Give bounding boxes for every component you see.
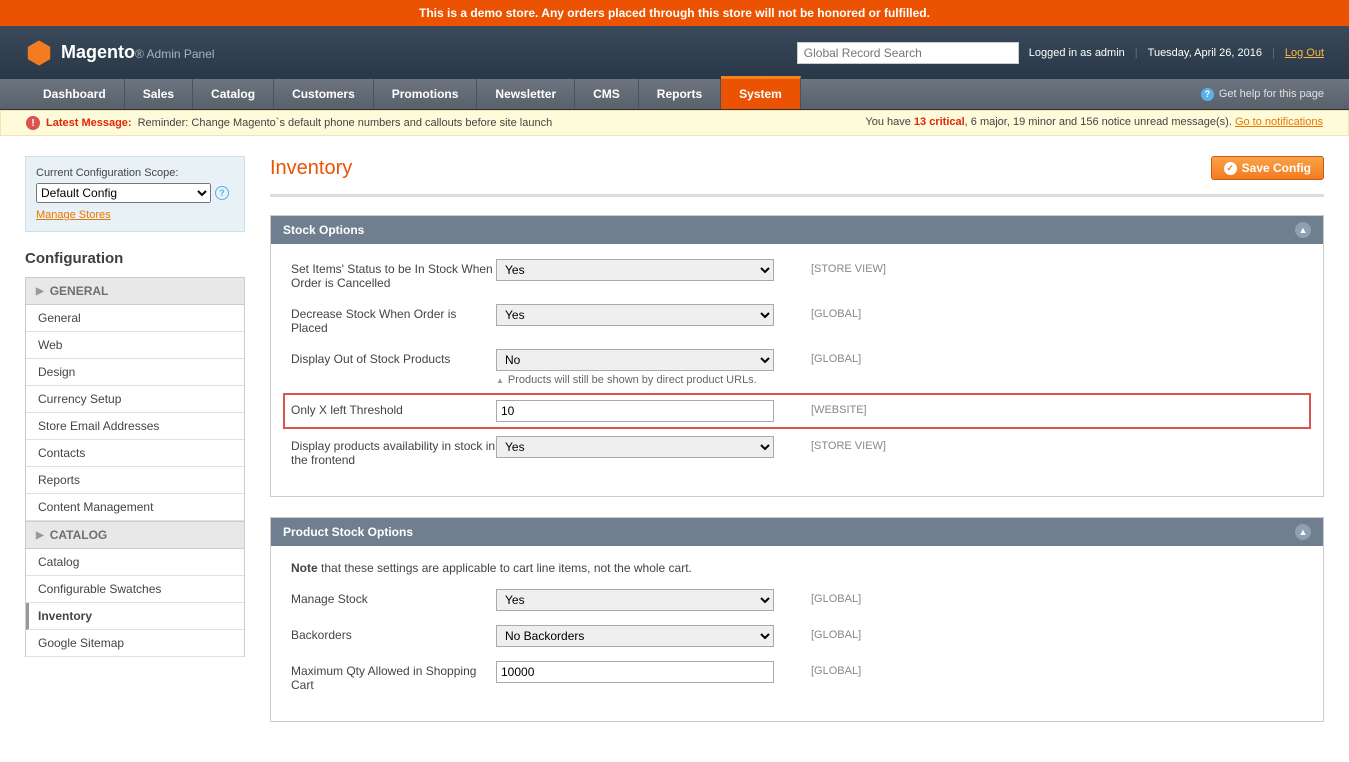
header-right: Logged in as admin | Tuesday, April 26, … (797, 42, 1324, 64)
notifications-link[interactable]: Go to notifications (1235, 116, 1323, 128)
field-row: Manage StockYes [GLOBAL] (291, 589, 1303, 611)
sidebar-item-reports[interactable]: Reports (26, 467, 244, 494)
global-search-input[interactable] (797, 42, 1019, 64)
field-scope: [STORE VIEW] (811, 436, 886, 452)
demo-banner: This is a demo store. Any orders placed … (0, 0, 1349, 26)
nav-item-cms[interactable]: CMS (575, 79, 639, 109)
content: Inventory ✓ Save Config Stock Options▲ Se… (270, 156, 1324, 742)
field-label: Display products availability in stock i… (291, 436, 496, 467)
field-input[interactable]: Yes (496, 436, 774, 458)
page-title: Inventory (270, 157, 352, 180)
header: Magento® Admin Panel Logged in as admin … (0, 26, 1349, 79)
field-row: Display Out of Stock ProductsNo Products … (291, 349, 1303, 386)
manage-stores-link[interactable]: Manage Stores (36, 209, 111, 221)
sidebar-item-contacts[interactable]: Contacts (26, 440, 244, 467)
message-bar: ! Latest Message: Reminder: Change Magen… (0, 110, 1349, 136)
field-input[interactable]: Yes (496, 259, 774, 281)
field-label: Only X left Threshold (291, 400, 496, 417)
field-label: Backorders (291, 625, 496, 642)
nav-item-catalog[interactable]: Catalog (193, 79, 274, 109)
chevron-right-icon: ▶ (36, 530, 44, 541)
collapse-icon: ▲ (1295, 524, 1311, 540)
field-scope: [GLOBAL] (811, 349, 861, 365)
sidebar-item-currency-setup[interactable]: Currency Setup (26, 386, 244, 413)
field-row: Set Items' Status to be In Stock When Or… (291, 259, 1303, 290)
sidebar-item-general[interactable]: General (26, 305, 244, 332)
help-icon: ? (1201, 88, 1214, 101)
nav-item-reports[interactable]: Reports (639, 79, 721, 109)
field-input[interactable] (496, 400, 774, 422)
config-title: Configuration (25, 250, 245, 267)
fieldset-header[interactable]: Stock Options▲ (271, 216, 1323, 244)
logo-text: Magento® Admin Panel (61, 42, 215, 63)
field-row: BackordersNo Backorders [GLOBAL] (291, 625, 1303, 647)
sidebar-item-configurable-swatches[interactable]: Configurable Swatches (26, 576, 244, 603)
sidebar-item-store-email-addresses[interactable]: Store Email Addresses (26, 413, 244, 440)
logout-link[interactable]: Log Out (1285, 47, 1324, 59)
fieldset: Stock Options▲ Set Items' Status to be In… (270, 215, 1324, 497)
save-config-button[interactable]: ✓ Save Config (1211, 156, 1324, 180)
field-input[interactable]: Yes (496, 304, 774, 326)
scope-label: Current Configuration Scope: (36, 167, 234, 179)
logo[interactable]: Magento® Admin Panel (25, 39, 215, 67)
field-input[interactable] (496, 661, 774, 683)
field-input[interactable]: No Backorders (496, 625, 774, 647)
field-scope: [GLOBAL] (811, 661, 861, 677)
sidebar-group-header[interactable]: ▶GENERAL (25, 277, 245, 305)
sidebar-item-content-management[interactable]: Content Management (26, 494, 244, 521)
field-scope: [STORE VIEW] (811, 259, 886, 275)
collapse-icon: ▲ (1295, 222, 1311, 238)
section-rule (270, 194, 1324, 197)
sidebar-item-catalog[interactable]: Catalog (26, 549, 244, 576)
field-row: Maximum Qty Allowed in Shopping Cart [GLO… (291, 661, 1303, 692)
sidebar: Current Configuration Scope: Default Con… (25, 156, 245, 742)
sidebar-item-google-sitemap[interactable]: Google Sitemap (26, 630, 244, 657)
field-row: Only X left Threshold [WEBSITE] (283, 393, 1311, 429)
nav-item-dashboard[interactable]: Dashboard (25, 79, 125, 109)
field-label: Display Out of Stock Products (291, 349, 496, 366)
sidebar-group-header[interactable]: ▶CATALOG (25, 521, 245, 549)
chevron-right-icon: ▶ (36, 286, 44, 297)
section-note: Note that these settings are applicable … (291, 561, 1303, 575)
magento-logo-icon (25, 39, 53, 67)
field-input[interactable]: No (496, 349, 774, 371)
fieldset-header[interactable]: Product Stock Options▲ (271, 518, 1323, 546)
field-note: Products will still be shown by direct p… (496, 374, 776, 386)
fieldset: Product Stock Options▲ Note that these se… (270, 517, 1324, 722)
check-icon: ✓ (1224, 162, 1237, 175)
nav-item-system[interactable]: System (721, 76, 801, 109)
field-row: Decrease Stock When Order is PlacedYes [G… (291, 304, 1303, 335)
sidebar-item-design[interactable]: Design (26, 359, 244, 386)
scope-box: Current Configuration Scope: Default Con… (25, 156, 245, 232)
field-row: Display products availability in stock i… (291, 436, 1303, 467)
field-scope: [WEBSITE] (811, 400, 867, 416)
latest-message-label: Latest Message: (46, 117, 132, 129)
field-label: Set Items' Status to be In Stock When Or… (291, 259, 496, 290)
field-scope: [GLOBAL] (811, 625, 861, 641)
scope-select[interactable]: Default Config (36, 183, 211, 203)
field-label: Maximum Qty Allowed in Shopping Cart (291, 661, 496, 692)
field-input[interactable]: Yes (496, 589, 774, 611)
error-icon: ! (26, 116, 40, 130)
field-scope: [GLOBAL] (811, 589, 861, 605)
nav-item-customers[interactable]: Customers (274, 79, 374, 109)
scope-help-icon[interactable]: ? (215, 186, 229, 200)
nav-item-sales[interactable]: Sales (125, 79, 193, 109)
field-scope: [GLOBAL] (811, 304, 861, 320)
nav-item-newsletter[interactable]: Newsletter (477, 79, 575, 109)
main-nav: DashboardSalesCatalogCustomersPromotions… (0, 79, 1349, 110)
notification-summary: You have 13 critical, 6 major, 19 minor … (865, 116, 1323, 130)
field-label: Decrease Stock When Order is Placed (291, 304, 496, 335)
latest-message-text: Reminder: Change Magento`s default phone… (138, 117, 553, 129)
header-date: Tuesday, April 26, 2016 (1148, 47, 1262, 59)
sidebar-item-web[interactable]: Web (26, 332, 244, 359)
field-label: Manage Stock (291, 589, 496, 606)
logged-in-text: Logged in as admin (1029, 47, 1125, 59)
nav-item-promotions[interactable]: Promotions (374, 79, 478, 109)
help-link[interactable]: ? Get help for this page (1201, 88, 1324, 101)
